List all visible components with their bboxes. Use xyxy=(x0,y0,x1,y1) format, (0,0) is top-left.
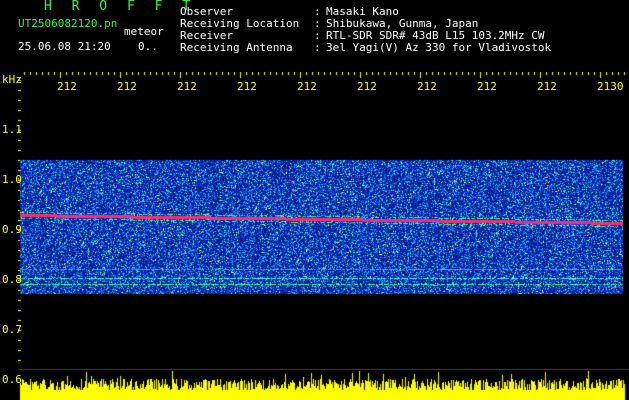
colon: : xyxy=(314,41,321,54)
x-tick-label: 212 xyxy=(237,80,257,93)
x-tick-label: 212 xyxy=(57,80,77,93)
y-tick-label: 0.7 xyxy=(2,323,22,336)
x-tick-label: 212 xyxy=(477,80,497,93)
datetime-label: 25.06.08 21:20 xyxy=(18,40,111,53)
y-tick-label: 0.8 xyxy=(2,273,22,286)
y-tick-label: 1.1 xyxy=(2,123,22,136)
x-tick-label: 212 xyxy=(357,80,377,93)
mode-label: meteor xyxy=(124,25,164,38)
antenna-label: Receiving Antenna xyxy=(180,41,293,54)
antenna-value: 3el Yagi(V) Az 330 for Vladivostok xyxy=(326,41,552,54)
x-tick-label: 212 xyxy=(537,80,557,93)
app-logo: H R O F F T xyxy=(44,0,197,14)
y-tick-label: 1.0 xyxy=(2,173,22,186)
x-tick-label: 212 xyxy=(177,80,197,93)
y-tick-label: 0.9 xyxy=(2,223,22,236)
y-tick-label: 0.6 xyxy=(2,373,22,386)
x-tick-label: 212 xyxy=(117,80,137,93)
x-tick-label: 212 xyxy=(297,80,317,93)
filename-label: UT2506082120.pn xyxy=(18,17,118,30)
spectrogram-canvas[interactable] xyxy=(18,72,629,400)
counter-label: 0.. xyxy=(138,40,158,53)
axis-unit-label: kHz xyxy=(2,73,22,86)
x-tick-label: 2130 xyxy=(597,80,624,93)
x-tick-label: 212 xyxy=(417,80,437,93)
